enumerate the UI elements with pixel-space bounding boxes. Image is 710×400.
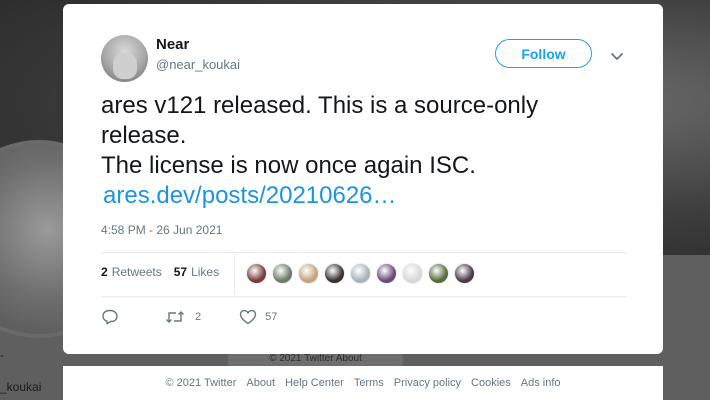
likers-avatars xyxy=(246,263,480,284)
likes-label: Likes xyxy=(191,265,220,279)
reply-icon xyxy=(102,309,118,325)
background-handle: _koukai xyxy=(0,380,42,394)
author-name[interactable]: Near xyxy=(156,36,189,53)
liker-avatar-7[interactable] xyxy=(402,263,423,284)
background-dash: - xyxy=(0,348,4,362)
footer-link[interactable]: Cookies xyxy=(471,377,511,389)
likes-count: 57 xyxy=(173,265,188,279)
heart-icon xyxy=(239,309,257,325)
retweet-icon xyxy=(166,311,184,323)
footer-link: © 2021 Twitter xyxy=(165,377,237,389)
retweet-count: 2 xyxy=(195,311,202,323)
like-count: 57 xyxy=(265,311,278,323)
retweet-button[interactable]: 2 xyxy=(165,309,201,325)
footer-link[interactable]: About xyxy=(246,377,275,389)
tweet-text-line: The license is now once again ISC. xyxy=(101,152,476,179)
tweet-timestamp[interactable]: 4:58 PM - 26 Jun 2021 xyxy=(101,223,222,237)
footer-link[interactable]: Terms xyxy=(354,377,384,389)
retweets-label: Retweets xyxy=(111,265,162,279)
likes-stat[interactable]: 57 Likes xyxy=(174,265,219,279)
tweet-link[interactable]: ares.dev/posts/20210626… xyxy=(103,181,397,211)
liker-avatar-1[interactable] xyxy=(246,263,267,284)
follow-button[interactable]: Follow xyxy=(495,39,592,68)
tweet-actions: 2 57 xyxy=(101,309,277,325)
liker-avatar-8[interactable] xyxy=(428,263,449,284)
footer-link[interactable]: Privacy policy xyxy=(394,377,461,389)
retweets-stat[interactable]: 2 Retweets xyxy=(101,265,162,279)
tweet-text-line: ares v121 released. This is a source-onl… xyxy=(101,92,539,119)
author-avatar[interactable] xyxy=(101,35,148,82)
footer-link[interactable]: Help Center xyxy=(285,377,344,389)
liker-avatar-4[interactable] xyxy=(324,263,345,284)
tweet-card: Near @near_koukai Follow ares v121 relea… xyxy=(63,4,663,354)
divider xyxy=(101,296,627,297)
liker-avatar-3[interactable] xyxy=(298,263,319,284)
stats-separator xyxy=(234,254,235,294)
divider xyxy=(101,252,627,253)
retweets-count: 2 xyxy=(101,265,108,279)
liker-avatar-2[interactable] xyxy=(272,263,293,284)
tweet-stats: 2 Retweets 57 Likes xyxy=(101,265,231,279)
background-footer: © 2021 Twitter About xyxy=(228,352,403,366)
like-button[interactable]: 57 xyxy=(239,309,277,325)
liker-avatar-5[interactable] xyxy=(350,263,371,284)
tweet-text-line: release. xyxy=(101,122,187,149)
tweet-text: ares v121 released. This is a source-onl… xyxy=(101,91,621,211)
avatar-face xyxy=(113,53,137,79)
author-handle[interactable]: @near_koukai xyxy=(156,57,240,72)
chevron-down-icon[interactable] xyxy=(610,49,624,63)
footer-links: © 2021 Twitter About Help Center Terms Priva… xyxy=(63,366,663,400)
liker-avatar-9[interactable] xyxy=(454,263,475,284)
footer-link[interactable]: Ads info xyxy=(521,377,561,389)
liker-avatar-6[interactable] xyxy=(376,263,397,284)
reply-button[interactable] xyxy=(101,309,119,325)
